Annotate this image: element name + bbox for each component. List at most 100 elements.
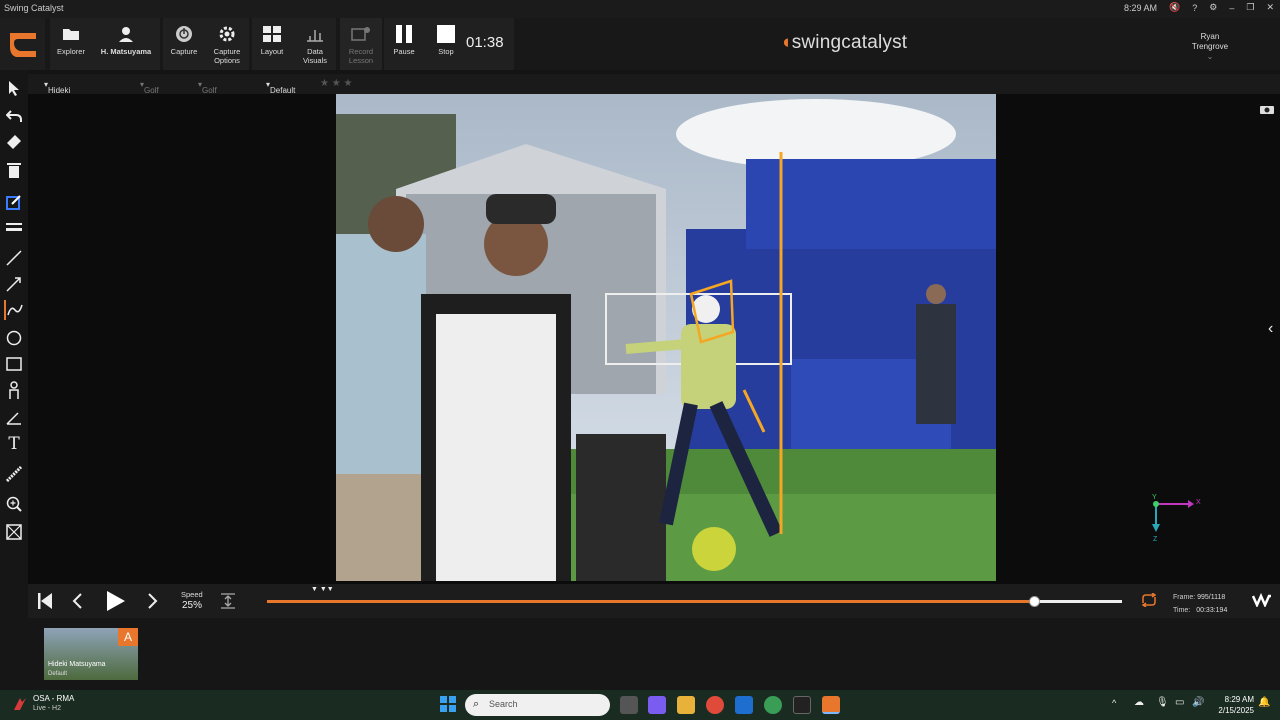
timeline-scrubber[interactable] [1028,596,1040,607]
help-icon[interactable]: ? [1192,3,1197,13]
video-frame[interactable] [336,94,996,581]
brand-logo: ◖swingcatalyst [780,32,908,53]
previous-frame-icon[interactable] [72,593,82,614]
chrome-profile-icon[interactable] [764,696,782,714]
minimize-button[interactable]: – [1229,3,1234,13]
axis-gizmo: Y X Z [1148,494,1208,546]
arrow-tool-icon[interactable] [4,274,24,294]
camera-icon[interactable] [1260,101,1274,114]
next-frame-icon[interactable] [148,593,158,614]
edit-icon[interactable] [4,192,24,212]
data-visuals-button[interactable]: Data Visuals [296,18,334,70]
recording-timer: 01:38 [466,34,504,51]
eraser-icon[interactable] [4,132,24,152]
chevron-down-icon: ⌄ [1206,52,1214,61]
copilot-icon[interactable] [648,696,666,714]
close-button[interactable]: ✕ [1266,2,1274,13]
search-icon: ⌕ [473,698,480,710]
taskbar-search[interactable]: ⌕ Search [465,694,610,716]
rating-stars[interactable]: ★ ★ ★ [320,78,352,89]
axis-y-label: Y [1152,494,1157,501]
swing-catalyst-taskbar-icon[interactable] [822,696,840,714]
golf-swing-video-still [336,94,996,581]
chart-icon [306,24,324,44]
timeline-progress [267,600,1035,603]
trim-icon[interactable] [220,593,236,614]
layout-button[interactable]: Layout [254,18,290,70]
clip-badge: A [118,628,138,646]
line-tool-icon[interactable] [4,248,24,268]
chrome-icon[interactable] [706,696,724,714]
clip-name: Hideki Matsuyama [48,661,106,668]
onedrive-icon[interactable]: ☁ [1134,697,1144,708]
terminal-icon[interactable] [793,696,811,714]
marker-icons[interactable]: ▼ ▼▼ [311,586,334,593]
clip-thumbnail[interactable]: A Hideki Matsuyama Default [44,628,138,680]
line-weight-icon[interactable] [4,218,24,238]
explorer-button[interactable]: Explorer [52,18,90,70]
capture-options-button[interactable]: Capture Options [206,18,248,70]
skip-to-start-icon[interactable] [38,593,52,614]
axis-z-label: Z [1153,536,1158,543]
breadcrumb-athlete[interactable]: ▾ Hideki Matsuyama [44,80,89,104]
chevron-left-icon[interactable]: ‹ [1268,320,1273,338]
zoom-icon[interactable] [4,494,24,514]
settings-icon[interactable]: ⚙ [1209,2,1217,13]
stop-icon [437,24,455,44]
app-logo[interactable] [0,18,45,70]
circle-tool-icon[interactable] [4,328,24,348]
window-title: Swing Catalyst [4,3,64,13]
outlook-icon[interactable] [735,696,753,714]
freehand-tool-icon[interactable] [4,300,24,320]
capture-button[interactable]: Capture [166,18,202,70]
trash-icon[interactable] [4,160,24,180]
mute-icon[interactable]: 🔇 [1169,2,1180,13]
clip-strip: A Hideki Matsuyama Default [28,618,1280,690]
angle-tool-icon[interactable] [4,408,24,428]
task-view-icon[interactable] [620,696,638,714]
stop-button[interactable]: Stop [430,18,462,70]
tray-chevron-icon[interactable]: ^ [1112,698,1116,708]
app-tray-icon[interactable] [12,696,28,717]
volume-icon[interactable]: 🔊 [1192,697,1204,708]
play-icon[interactable] [107,591,125,616]
record-lesson-button[interactable]: Record Lesson [341,18,381,70]
user-icon [118,24,134,44]
swing-catalyst-logo-icon [9,33,36,57]
speed-value[interactable]: 25% [182,600,202,611]
athlete-button[interactable]: H. Matsuyama [96,18,156,70]
pointer-tool-icon[interactable] [4,78,24,98]
undo-icon[interactable] [4,106,24,126]
file-explorer-icon[interactable] [677,696,695,714]
breadcrumb: ▾ Hideki Matsuyama ▾ Golf ▾ Golf Swing ▾… [28,74,1280,104]
record-icon [351,24,371,44]
windows-taskbar: OSA - RMA Live - H2 ⌕ Search ^ ☁ 🎙 ▭ 🔊 8… [0,690,1280,720]
measure-tool-icon[interactable] [4,464,24,484]
folder-icon [62,24,80,44]
user-menu[interactable]: Ryan Trengrove ⌄ [1180,32,1240,62]
body-tool-icon[interactable] [4,380,24,400]
text-tool-icon[interactable]: T [4,434,24,454]
windows-start-icon[interactable] [440,696,456,717]
microphone-icon[interactable]: 🎙 [1156,697,1169,708]
network-icon[interactable]: ▭ [1175,697,1184,708]
frame-time-readout: Frame: 995/1118 Time: 00:33:194 [1173,594,1228,614]
drawing-tools-panel: T [0,70,28,690]
waveform-icon[interactable] [1251,592,1272,612]
title-bar: Swing Catalyst 8:29 AM 🔇 ? ⚙ – ❐ ✕ [0,0,1280,18]
pause-icon [395,24,413,44]
breadcrumb-sport[interactable]: ▾ Golf [140,80,159,95]
notification-icon[interactable]: 🔔 [1258,697,1270,708]
pause-button[interactable]: Pause [388,18,420,70]
rectangle-tool-icon[interactable] [4,354,24,374]
main-toolbar: Explorer H. Matsuyama Capture Capture Op… [0,18,1280,70]
loop-icon[interactable] [1140,592,1158,612]
grid-icon [263,24,281,44]
taskbar-clock[interactable]: 8:29 AM 2/15/2025 [1212,694,1254,716]
clip-layout: Default [48,671,68,677]
breadcrumb-layout[interactable]: ▾ Default [266,80,295,95]
crop-icon[interactable] [4,522,24,542]
breadcrumb-activity[interactable]: ▾ Golf Swing [198,80,224,104]
timeline-track[interactable] [267,596,1122,607]
restore-button[interactable]: ❐ [1246,2,1254,13]
